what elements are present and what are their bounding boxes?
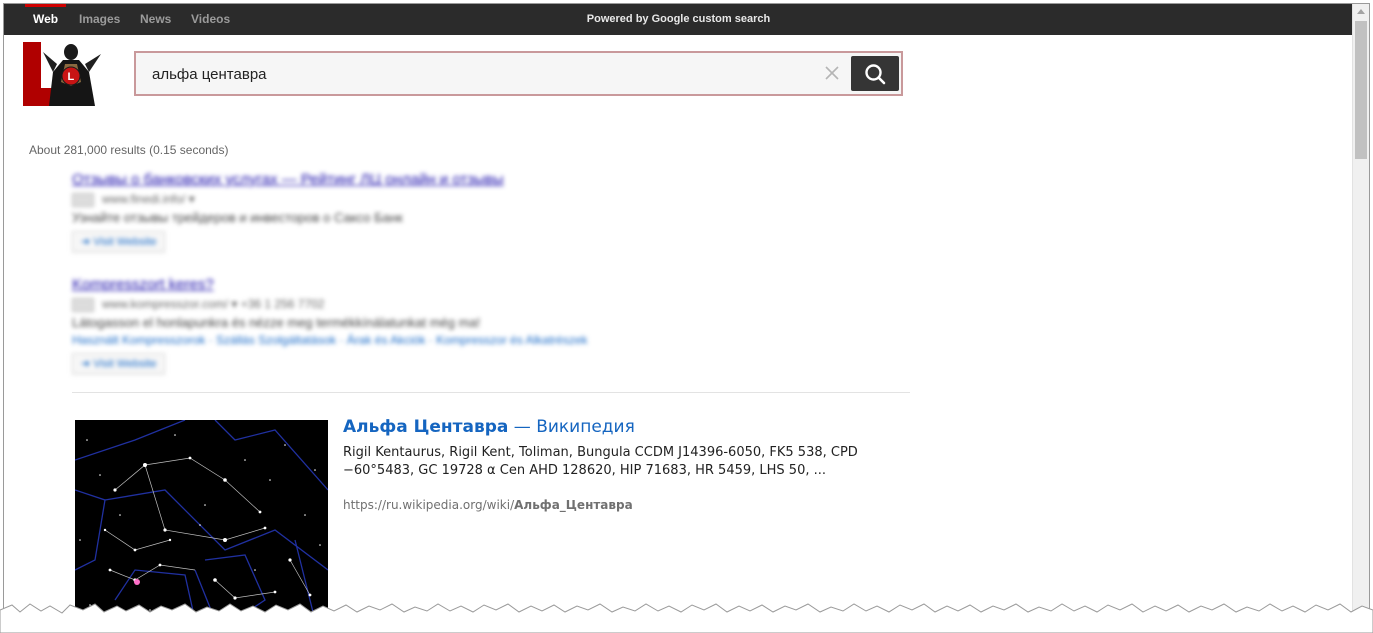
ad-badge — [72, 297, 94, 312]
sponsored-ad: Kompresszort keres? www.kompresszor.com/… — [72, 276, 588, 374]
result-title-main: Альфа Центавра — [343, 417, 509, 437]
search-icon — [865, 64, 886, 85]
vertical-scrollbar[interactable] — [1352, 4, 1369, 629]
ad-url: www.finedi.info/ ▾ — [72, 192, 504, 207]
sponsored-ad: Отзывы о банковских услугах — Рейтинг ЛЦ… — [72, 171, 504, 252]
result-title-separator: — — [508, 417, 537, 437]
svg-text:L: L — [68, 71, 75, 83]
result-title-site: Википедия — [536, 417, 635, 437]
search-button[interactable] — [851, 56, 899, 91]
result-title-link[interactable]: Альфа Центавра — Википедия — [343, 417, 635, 437]
logo-superhero-icon[interactable]: L — [23, 42, 119, 106]
ad-url-text: www.finedi.info/ ▾ — [102, 192, 195, 206]
torn-edge-decoration — [0, 603, 1373, 633]
result-snippet: Rigil Kentaurus, Rigil Kent, Toliman, Bu… — [343, 445, 858, 478]
ad-url-text: www.kompresszor.com/ ▾ +36 1 256 7702 — [102, 297, 325, 311]
ad-sitelinks[interactable]: Használt Kompresszorok · Szállás Szolgál… — [72, 333, 588, 347]
ad-description: Узнайте отзывы трейдеров и инвесторов о … — [72, 209, 403, 225]
ad-url: www.kompresszor.com/ ▾ +36 1 256 7702 — [72, 297, 588, 312]
ad-title-link[interactable]: Kompresszort keres? — [72, 276, 588, 293]
top-navigation-bar: Web Images News Videos Powered by Google… — [4, 4, 1353, 35]
result-stats: About 281,000 results (0.15 seconds) — [29, 143, 229, 157]
result-url: https://ru.wikipedia.org/wiki/Альфа_Цент… — [343, 498, 633, 512]
visit-website-button[interactable]: ➜ Visit Website — [72, 352, 166, 374]
constellation-thumbnail[interactable] — [75, 420, 328, 620]
ad-title-link[interactable]: Отзывы о банковских услугах — Рейтинг ЛЦ… — [72, 171, 504, 188]
visit-website-button[interactable]: ➜ Visit Website — [72, 230, 166, 252]
ad-description: Látogasson el honlapunkra és nézze meg t… — [72, 314, 481, 330]
result-url-prefix: https://ru.wikipedia.org/wiki/ — [343, 498, 515, 512]
ads-divider — [72, 392, 910, 393]
powered-by-label: Powered by Google custom search — [586, 13, 771, 25]
clear-icon[interactable] — [823, 64, 841, 82]
scrollbar-thumb[interactable] — [1355, 21, 1367, 159]
scroll-up-icon[interactable] — [1357, 9, 1365, 14]
search-input[interactable] — [150, 61, 814, 88]
ad-badge — [72, 192, 94, 207]
result-url-bold: Альфа_Центавра — [514, 498, 633, 512]
search-box — [134, 51, 903, 96]
browser-frame: Web Images News Videos Powered by Google… — [3, 3, 1370, 630]
